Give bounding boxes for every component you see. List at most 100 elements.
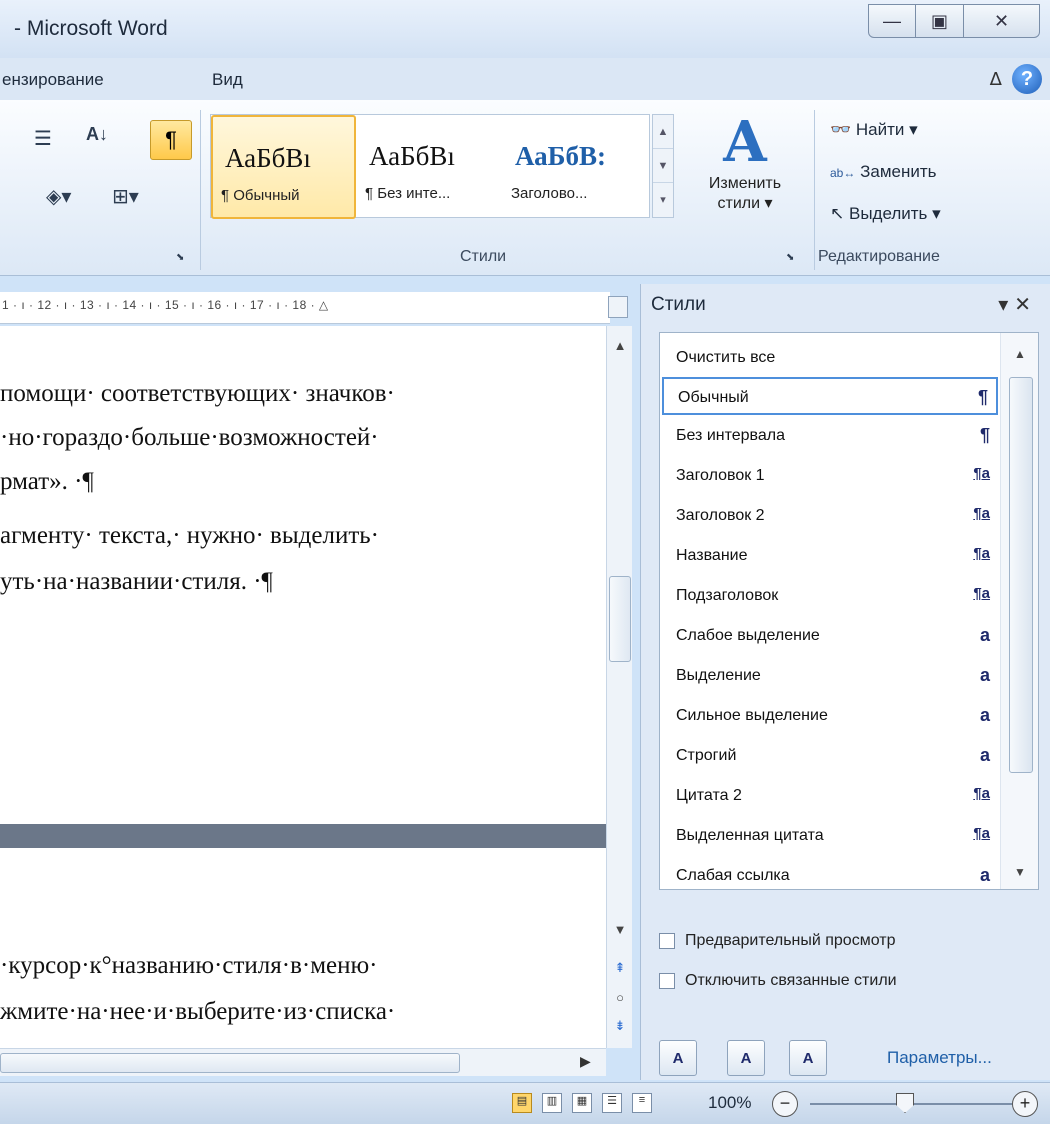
scroll-down-icon[interactable]: ▼ (607, 922, 633, 937)
gallery-style-no-spacing[interactable]: АаБбВı ¶ Без инте... (357, 115, 502, 219)
style-item-label: Выделение (676, 667, 761, 684)
ruler-toggle-icon[interactable] (608, 296, 628, 318)
vertical-scrollbar[interactable]: ▲ ▼ ⇞ ○ ⇟ (606, 326, 632, 1048)
zoom-in-icon[interactable]: + (1012, 1091, 1038, 1117)
linked-style-icon: ¶a (973, 505, 990, 522)
scroll-up-icon[interactable]: ▲ (607, 338, 633, 353)
style-item-clear-all[interactable]: Очистить все (662, 339, 998, 377)
new-style-icon[interactable]: A (659, 1040, 697, 1076)
document-page[interactable]: помощи· соответствующих· значков· ·но·го… (0, 326, 606, 824)
doc-line: помощи· соответствующих· значков· (0, 380, 395, 407)
character-style-icon: a (979, 665, 990, 685)
collapse-ribbon-icon[interactable]: ᐃ (990, 69, 1002, 90)
draft-view-icon[interactable]: ≡ (632, 1093, 652, 1113)
document-page-2[interactable]: ·курсор·к°названию·стиля·в·меню· жмите·н… (0, 848, 606, 1048)
styles-gallery: АаБбВı ¶ Обычный АаБбВı ¶ Без инте... Аа… (210, 114, 650, 219)
disable-linked-checkbox[interactable]: Отключить связанные стили (659, 972, 897, 990)
checkbox-box[interactable] (659, 973, 675, 989)
style-item-subtle-emphasis[interactable]: Слабое выделение a (662, 617, 998, 655)
tab-view[interactable]: Вид (212, 70, 243, 90)
pane-controls: ▾✕ (998, 292, 1037, 317)
gallery-up-icon[interactable]: ▲ (653, 115, 673, 149)
browse-object-icon[interactable]: ○ (607, 990, 633, 1005)
style-item-title[interactable]: Название ¶a (662, 537, 998, 575)
pane-menu-icon[interactable]: ▾ (998, 294, 1014, 316)
zoom-out-icon[interactable]: − (772, 1091, 798, 1117)
style-item-intense-emphasis[interactable]: Сильное выделение a (662, 697, 998, 735)
options-link[interactable]: Параметры... (887, 1048, 992, 1068)
styles-dialog-launcher-icon[interactable]: ⬊ (786, 252, 794, 263)
shading-icon[interactable]: ◈▾ (46, 184, 71, 209)
style-item-normal[interactable]: Обычный ¶ (662, 377, 998, 415)
borders-icon[interactable]: ⊞▾ (112, 184, 139, 209)
full-screen-reading-icon[interactable]: ▥ (542, 1093, 562, 1113)
preview-checkbox[interactable]: Предварительный просмотр (659, 932, 895, 950)
close-button[interactable]: ✕ (964, 4, 1040, 38)
gallery-down-icon[interactable]: ▼ (653, 149, 673, 183)
sort-icon[interactable]: A↓ (86, 124, 108, 145)
horizontal-scrollbar[interactable]: ▶ (0, 1048, 606, 1076)
outline-list-icon[interactable]: ☰ (34, 126, 52, 151)
style-name: ¶ Обычный (221, 187, 300, 204)
maximize-button[interactable]: ▣ (916, 4, 964, 38)
style-item-subtitle[interactable]: Подзаголовок ¶a (662, 577, 998, 615)
style-item-strong[interactable]: Строгий a (662, 737, 998, 775)
gallery-more-icon[interactable]: ▾ (653, 183, 673, 217)
prev-page-icon[interactable]: ⇞ (607, 960, 633, 976)
style-item-label: Очистить все (676, 349, 776, 366)
style-item-label: Строгий (676, 747, 737, 764)
linked-style-icon: ¶a (973, 465, 990, 482)
list-scroll-down-icon[interactable]: ▼ (1001, 865, 1039, 879)
gallery-style-normal[interactable]: АаБбВı ¶ Обычный (211, 115, 356, 219)
zoom-level[interactable]: 100% (708, 1093, 751, 1113)
change-styles-label: Изменить (708, 175, 782, 192)
character-style-icon: a (979, 745, 990, 765)
manage-styles-icon[interactable]: A (789, 1040, 827, 1076)
linked-style-icon: ¶a (973, 585, 990, 602)
style-inspector-icon[interactable]: A (727, 1040, 765, 1076)
checkbox-box[interactable] (659, 933, 675, 949)
h-scroll-thumb[interactable] (0, 1053, 460, 1073)
style-item-intense-quote[interactable]: Выделенная цитата ¶a (662, 817, 998, 855)
cursor-icon: ↖ (830, 204, 845, 223)
style-item-no-spacing[interactable]: Без интервала ¶ (662, 417, 998, 455)
web-layout-icon[interactable]: ▦ (572, 1093, 592, 1113)
linked-style-icon: ¶a (973, 545, 990, 562)
style-sample: АаБбВı (369, 141, 455, 171)
show-marks-button[interactable]: ¶ (150, 120, 192, 160)
gallery-style-heading[interactable]: АаБбВ: Заголово... (503, 115, 648, 219)
pane-close-icon[interactable]: ✕ (1014, 294, 1037, 316)
select-button[interactable]: ↖ Выделить ▾ (830, 204, 941, 224)
scroll-thumb[interactable] (609, 576, 631, 662)
paragraph-dialog-launcher-icon[interactable]: ⬊ (176, 252, 184, 263)
minimize-button[interactable]: — (868, 4, 916, 38)
list-scroll-up-icon[interactable]: ▲ (1001, 347, 1039, 361)
editing-group-label: Редактирование (818, 248, 940, 265)
ruler[interactable]: 1 · ı · 12 · ı · 13 · ı · 14 · ı · 15 · … (0, 292, 610, 324)
find-button[interactable]: 👓 Найти ▾ (830, 120, 918, 140)
next-page-icon[interactable]: ⇟ (607, 1018, 633, 1034)
outline-view-icon[interactable]: ☰ (602, 1093, 622, 1113)
scroll-right-icon[interactable]: ▶ (580, 1053, 591, 1070)
style-name: Заголово... (511, 185, 588, 202)
style-item-label: Заголовок 1 (676, 467, 765, 484)
style-item-label: Заголовок 2 (676, 507, 765, 524)
print-layout-icon[interactable]: ▤ (512, 1093, 532, 1113)
style-item-heading-2[interactable]: Заголовок 2 ¶a (662, 497, 998, 535)
help-icon[interactable]: ? (1012, 64, 1042, 94)
style-item-subtle-reference[interactable]: Слабая ссылка a (662, 857, 998, 895)
list-scroll-thumb[interactable] (1009, 377, 1033, 773)
status-bar: ▤ ▥ ▦ ☰ ≡ 100% − + (0, 1082, 1050, 1124)
disable-linked-label: Отключить связанные стили (685, 972, 897, 989)
style-item-quote-2[interactable]: Цитата 2 ¶a (662, 777, 998, 815)
replace-button[interactable]: ab↔ Заменить (830, 162, 937, 182)
page-gap (0, 824, 606, 848)
style-item-heading-1[interactable]: Заголовок 1 ¶a (662, 457, 998, 495)
zoom-slider-thumb[interactable] (896, 1093, 914, 1113)
character-style-icon: a (979, 625, 990, 645)
title-bar: - Microsoft Word — ▣ ✕ (0, 0, 1050, 58)
styles-list-scrollbar[interactable]: ▲ ▼ (1000, 333, 1038, 889)
tab-review[interactable]: ензирование (2, 70, 104, 90)
style-item-emphasis[interactable]: Выделение a (662, 657, 998, 695)
change-styles-button[interactable]: A Изменить стили ▾ (686, 110, 804, 240)
